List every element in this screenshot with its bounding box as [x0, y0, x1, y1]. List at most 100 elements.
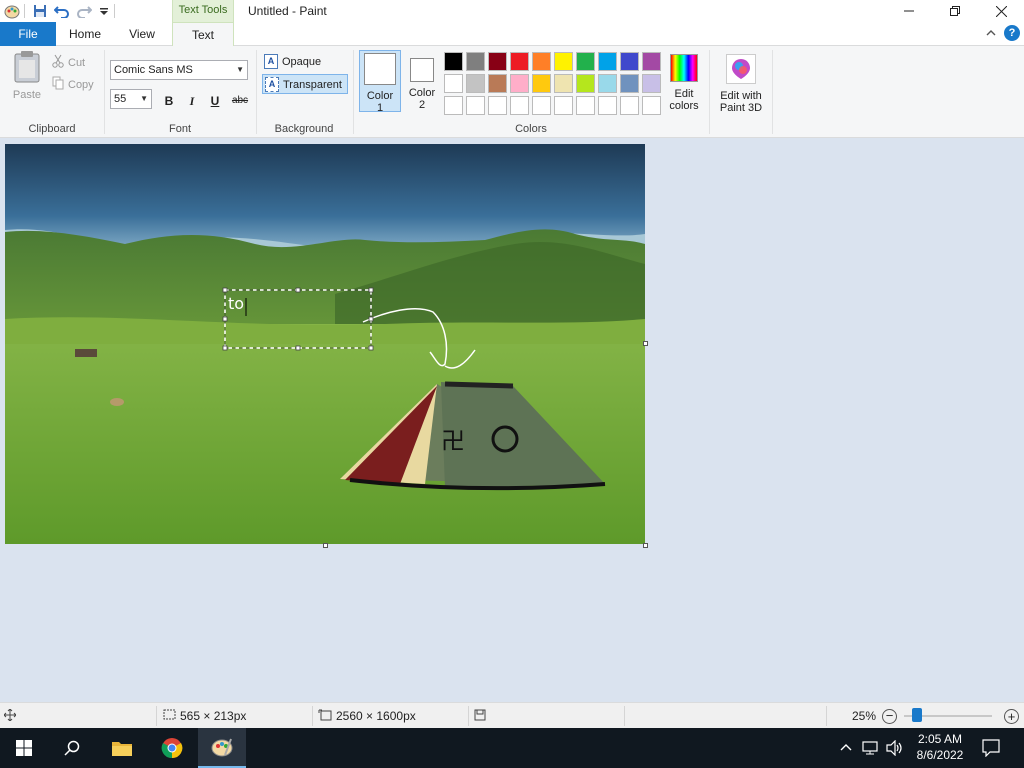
palette-swatch[interactable] — [444, 74, 463, 93]
close-button[interactable] — [978, 0, 1024, 22]
tab-file[interactable]: File — [0, 22, 56, 46]
zoom-slider-thumb[interactable] — [912, 708, 922, 722]
palette-swatch[interactable] — [444, 96, 463, 115]
status-separator — [312, 706, 313, 726]
palette-swatch[interactable] — [532, 52, 551, 71]
canvas-resize-handle-corner[interactable] — [643, 543, 648, 548]
status-separator — [156, 706, 157, 726]
chevron-up-icon[interactable] — [840, 741, 852, 755]
color1-button[interactable]: Color 1 — [359, 50, 401, 114]
transparent-label: Transparent — [283, 79, 342, 91]
zoom-out-button[interactable]: − — [882, 709, 897, 724]
restore-button[interactable] — [932, 0, 978, 22]
palette-swatch[interactable] — [444, 52, 463, 71]
font-family-select[interactable]: Comic Sans MS ▼ — [110, 60, 248, 80]
search-button[interactable] — [48, 728, 96, 768]
paint-app-icon[interactable] — [4, 3, 20, 19]
palette-swatch[interactable] — [598, 96, 617, 115]
save-icon[interactable] — [32, 3, 48, 19]
notifications-icon[interactable] — [982, 739, 1000, 760]
palette-swatch[interactable] — [620, 52, 639, 71]
paint-taskbar-button[interactable] — [198, 728, 246, 768]
tab-home[interactable]: Home — [56, 22, 114, 46]
color2-label: Color 2 — [408, 87, 436, 111]
minimize-button[interactable] — [886, 0, 932, 22]
canvas-resize-handle-bottom[interactable] — [323, 543, 328, 548]
title-bar: Text Tools Untitled - Paint — [0, 0, 1024, 22]
palette-swatch[interactable] — [642, 96, 661, 115]
palette-swatch[interactable] — [642, 74, 661, 93]
palette-swatch[interactable] — [488, 52, 507, 71]
palette-swatch[interactable] — [576, 96, 595, 115]
color2-button[interactable]: Color 2 — [404, 50, 440, 112]
palette-swatch[interactable] — [598, 52, 617, 71]
palette-swatch[interactable] — [554, 52, 573, 71]
color1-swatch — [364, 53, 396, 85]
strikethrough-button[interactable]: abc — [229, 92, 251, 110]
rainbow-icon — [670, 54, 698, 82]
palette-swatch[interactable] — [510, 96, 529, 115]
status-separator — [624, 706, 625, 726]
paste-button[interactable]: Paste — [8, 50, 46, 110]
file-size-icon — [474, 709, 486, 724]
edit-colors-button[interactable]: Edit colors — [666, 54, 702, 112]
canvas-area[interactable]: 卍 to — [0, 138, 1024, 702]
start-button[interactable] — [0, 728, 48, 768]
palette-swatch[interactable] — [576, 74, 595, 93]
palette-swatch[interactable] — [642, 52, 661, 71]
underline-button[interactable]: U — [206, 92, 224, 110]
tab-view[interactable]: View — [114, 22, 170, 46]
canvas-image[interactable]: 卍 to — [5, 144, 645, 544]
tab-text[interactable]: Text — [172, 22, 234, 47]
zoom-in-button[interactable]: + — [1004, 709, 1019, 724]
copy-label: Copy — [68, 78, 94, 91]
palette-swatch[interactable] — [554, 74, 573, 93]
search-icon — [64, 740, 80, 756]
palette-swatch[interactable] — [510, 52, 529, 71]
palette-swatch[interactable] — [620, 74, 639, 93]
undo-icon[interactable] — [54, 3, 70, 19]
canvas-resize-handle-right[interactable] — [643, 341, 648, 346]
close-icon — [995, 5, 1007, 17]
status-separator — [468, 706, 469, 726]
redo-icon[interactable] — [76, 3, 92, 19]
palette-swatch[interactable] — [466, 74, 485, 93]
volume-icon[interactable] — [886, 739, 904, 759]
opaque-option[interactable]: A Opaque — [262, 52, 348, 72]
chrome-button[interactable] — [148, 728, 196, 768]
scissors-icon — [52, 54, 64, 71]
minimize-ribbon-icon[interactable] — [986, 27, 996, 41]
background-group-label: Background — [274, 123, 334, 135]
opaque-label: Opaque — [282, 56, 322, 68]
palette-swatch[interactable] — [466, 52, 485, 71]
palette-swatch[interactable] — [554, 96, 573, 115]
cut-button[interactable]: Cut — [52, 54, 85, 71]
italic-button[interactable]: I — [183, 92, 201, 110]
font-size-select[interactable]: 55 ▼ — [110, 89, 152, 109]
image-size: 2560 × 1600px — [336, 709, 416, 723]
palette-swatch[interactable] — [488, 74, 507, 93]
palette-swatch[interactable] — [620, 96, 639, 115]
palette-swatch[interactable] — [488, 96, 507, 115]
bold-button[interactable]: B — [160, 92, 178, 110]
canvas-textbox[interactable]: to — [228, 294, 244, 314]
colors-group-label: Colors — [515, 123, 547, 135]
image-size-icon — [318, 709, 332, 724]
palette-swatch[interactable] — [532, 96, 551, 115]
customize-qa-icon[interactable] — [96, 3, 112, 19]
network-icon[interactable] — [862, 740, 880, 759]
palette-swatch[interactable] — [510, 74, 529, 93]
transparent-option[interactable]: A Transparent — [262, 74, 348, 94]
file-explorer-button[interactable] — [98, 728, 146, 768]
clock-time: 2:05 AM — [917, 732, 963, 746]
copy-button[interactable]: Copy — [52, 76, 94, 93]
palette-swatch[interactable] — [576, 52, 595, 71]
palette-swatch[interactable] — [466, 96, 485, 115]
clipboard-group-label: Clipboard — [28, 123, 76, 135]
taskbar-clock[interactable]: 2:05 AM 8/6/2022 — [908, 731, 972, 763]
palette-swatch[interactable] — [598, 74, 617, 93]
edit-with-paint3d-button[interactable]: Edit with Paint 3D — [714, 54, 768, 114]
palette-swatch[interactable] — [532, 74, 551, 93]
help-icon[interactable]: ? — [1004, 25, 1020, 41]
font-group-label: Font — [168, 123, 191, 135]
